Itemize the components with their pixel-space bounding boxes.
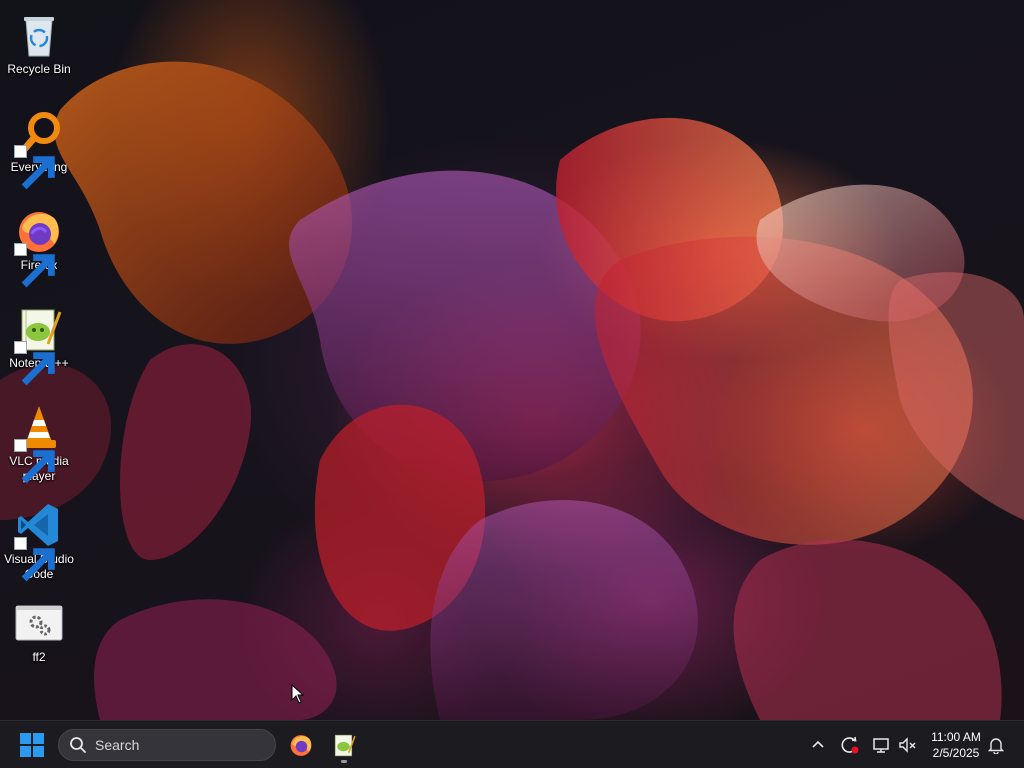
windows-logo-icon — [20, 733, 44, 757]
desktop-icon-label: ff2 — [32, 650, 46, 664]
tray-volume-button[interactable] — [895, 733, 919, 757]
notepad-plus-plus-icon — [14, 304, 64, 386]
shortcut-arrow-icon — [14, 243, 55, 288]
firefox-icon — [290, 735, 312, 756]
clock-date: 2/5/2025 — [932, 746, 980, 760]
show-hidden-icons-button[interactable] — [806, 733, 830, 757]
recycle-bin-icon — [14, 10, 64, 60]
desktop-icon-notepad-plus-plus[interactable]: Notepad++ — [2, 300, 76, 386]
settings-file-icon — [14, 598, 64, 648]
taskbar-app-firefox[interactable] — [284, 727, 318, 763]
running-indicator — [341, 760, 347, 763]
shortcut-arrow-icon — [14, 537, 55, 582]
notepad-plus-plus-icon — [334, 734, 356, 757]
tray-network-button[interactable] — [869, 733, 893, 757]
taskbar-search-box[interactable]: Search — [58, 729, 276, 761]
taskbar: Search 11:00 AM 2/5/2025 — [0, 720, 1024, 768]
notifications-button[interactable] — [984, 733, 1008, 757]
speaker-muted-icon — [899, 737, 916, 753]
network-icon — [873, 738, 889, 753]
desktop-icon-firefox[interactable]: Firefox — [2, 202, 76, 288]
chevron-up-icon — [812, 740, 824, 748]
bell-icon — [987, 738, 1005, 754]
search-placeholder: Search — [95, 737, 140, 753]
sync-alert-icon — [841, 736, 859, 754]
shortcut-arrow-icon — [14, 145, 55, 190]
tray-sync-button[interactable] — [838, 733, 862, 757]
clock-time: 11:00 AM — [931, 730, 981, 744]
vscode-icon — [14, 500, 64, 582]
desktop-icon-vlc[interactable]: VLC media player — [2, 398, 76, 484]
desktop-icon-vscode[interactable]: Visual Studio Code — [2, 496, 76, 582]
shortcut-arrow-icon — [14, 439, 55, 484]
desktop-icon-label: Recycle Bin — [7, 62, 71, 76]
firefox-icon — [14, 206, 64, 288]
desktop-icon-recycle-bin[interactable]: Recycle Bin — [2, 6, 76, 77]
everything-search-icon — [14, 108, 64, 190]
desktop-icon-ff2[interactable]: ff2 — [2, 594, 76, 665]
mouse-pointer-icon — [291, 684, 305, 704]
search-icon — [70, 737, 86, 753]
taskbar-app-notepad-plus-plus[interactable] — [327, 727, 361, 763]
start-button[interactable] — [14, 729, 50, 761]
desktop-icon-everything[interactable]: Everything — [2, 104, 76, 190]
shortcut-arrow-icon — [14, 341, 55, 386]
desktop[interactable]: Recycle Bin Everything Firefox Notepad++… — [0, 0, 1024, 720]
taskbar-clock[interactable]: 11:00 AM 2/5/2025 — [922, 729, 990, 761]
vlc-icon — [14, 402, 64, 484]
wallpaper — [0, 61, 1024, 720]
